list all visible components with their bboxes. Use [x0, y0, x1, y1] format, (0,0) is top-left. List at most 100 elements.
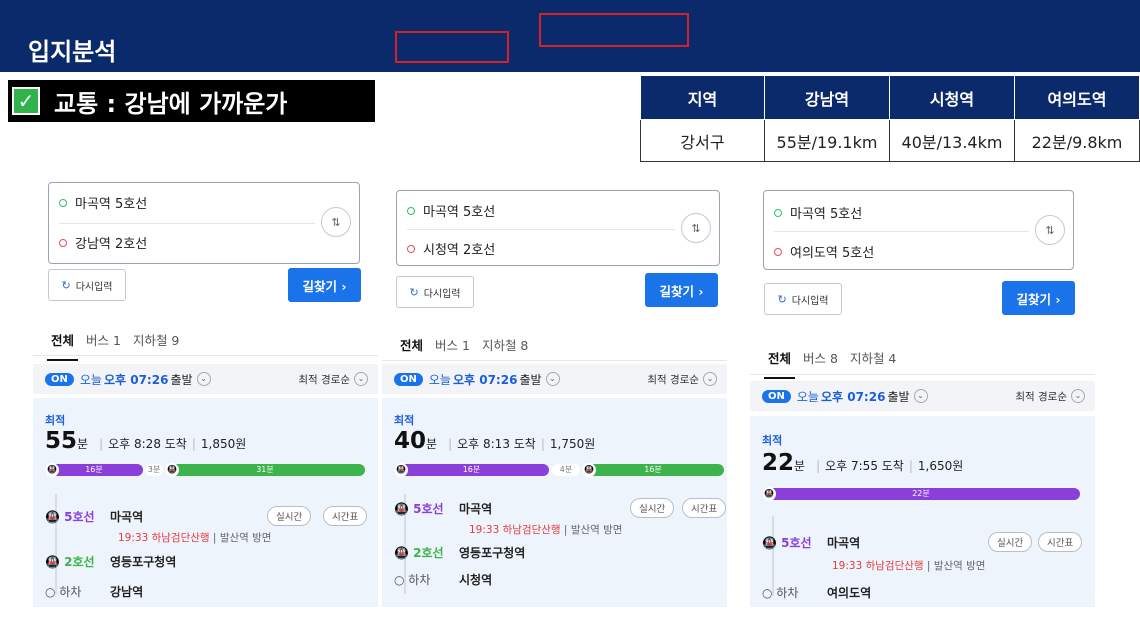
- table-header: 강남역: [764, 75, 890, 120]
- realtime-button[interactable]: 실시간: [630, 498, 675, 518]
- station-name: 마곡역: [110, 510, 144, 524]
- tab-subway[interactable]: 지하철 8: [482, 335, 528, 354]
- on-badge[interactable]: ON: [45, 372, 74, 386]
- step-board: 🚇 5호선 마곡역: [394, 500, 492, 517]
- divider: [59, 223, 315, 224]
- end-station-field[interactable]: 강남역 2호선: [59, 233, 147, 252]
- station-name: 시청역: [459, 573, 493, 587]
- reset-button[interactable]: ↻ 다시입력: [396, 276, 474, 308]
- train-time: 19:33: [832, 560, 863, 572]
- table-cell: 40분/13.4km: [889, 119, 1015, 162]
- best-label: 최적: [45, 414, 66, 427]
- tab-subway[interactable]: 지하철 9: [133, 330, 179, 349]
- alight-label: ○ 하차: [762, 586, 799, 600]
- timetable-button[interactable]: 시간표: [323, 506, 368, 526]
- start-station-field[interactable]: 마곡역 5호선: [774, 203, 862, 222]
- end-station-field[interactable]: 여의도역 5호선: [774, 242, 874, 261]
- section-title: ✓ 교통 : 강남에 가까운가: [8, 80, 375, 122]
- on-badge[interactable]: ON: [394, 372, 423, 386]
- realtime-button[interactable]: 실시간: [988, 532, 1033, 552]
- station-name: 마곡역: [459, 502, 493, 516]
- train-direction: 발산역 방면: [570, 524, 623, 536]
- best-label: 최적: [762, 434, 783, 447]
- sort-dropdown[interactable]: 최적 경로순 ⌄: [1015, 389, 1085, 404]
- subway-icon: 🚇: [394, 463, 408, 477]
- departure-time: 오후 07:26: [103, 372, 169, 387]
- tab-all[interactable]: 전체: [395, 335, 428, 366]
- segment-walk: 3분: [145, 464, 163, 476]
- sort-dropdown[interactable]: 최적 경로순 ⌄: [298, 372, 368, 387]
- on-badge[interactable]: ON: [762, 389, 791, 403]
- search-button[interactable]: 길찾기 ›: [288, 268, 361, 302]
- step-alight: ○ 하차 강남역: [45, 583, 143, 600]
- line2-icon-label: 🚇 2호선: [394, 546, 444, 560]
- tab-subway[interactable]: 지하철 4: [850, 348, 896, 367]
- train-destination: 하남검단산행: [151, 532, 210, 544]
- segment-line2: 31분: [165, 464, 365, 476]
- step-transfer: 🚇 2호선 영등포구청역: [45, 553, 176, 570]
- start-dot-icon: [59, 198, 67, 207]
- search-button[interactable]: 길찾기 ›: [645, 273, 718, 307]
- step-board: 🚇 5호선 마곡역: [45, 508, 143, 525]
- start-station-field[interactable]: 마곡역 5호선: [59, 193, 147, 212]
- reset-button[interactable]: ↻ 다시입력: [764, 283, 842, 315]
- route-timeline-bar: 22분 🚇: [762, 487, 1080, 501]
- tab-bus[interactable]: 버스 1: [86, 330, 121, 349]
- timetable-button[interactable]: 시간표: [1038, 532, 1083, 552]
- departure-time-row[interactable]: ON 오늘 오후 07:26 출발 ⌄ 최적 경로순 ⌄: [33, 364, 378, 394]
- end-dot-icon: [59, 238, 67, 247]
- realtime-button[interactable]: 실시간: [267, 506, 312, 526]
- table-header-row: 지역 강남역 시청역 여의도역: [640, 75, 1140, 120]
- departure-time-row[interactable]: ON 오늘 오후 07:26 출발 ⌄ 최적 경로순 ⌄: [750, 381, 1095, 411]
- swap-icon[interactable]: ⇅: [321, 207, 351, 237]
- subway-icon: 🚇: [165, 463, 179, 477]
- route-result[interactable]: 최적 40 분 | 오후 8:13 도착 | 1,750원 16분 🚇 4분 1…: [382, 398, 727, 607]
- chevron-down-icon[interactable]: ⌄: [913, 389, 928, 403]
- route-result[interactable]: 최적 22 분 | 오후 7:55 도착 | 1,650원 22분 🚇 🚇 5호…: [750, 416, 1095, 607]
- section-title-text: 교통 : 강남에 가까운가: [54, 89, 288, 118]
- train-time: 19:33: [118, 532, 149, 544]
- station-name: 여의도역: [827, 586, 872, 600]
- subway-icon: 🚇: [762, 487, 776, 501]
- departure-time: 오후 07:26: [452, 372, 518, 387]
- swap-icon[interactable]: ⇅: [1035, 215, 1065, 245]
- start-station-field[interactable]: 마곡역 5호선: [407, 201, 495, 220]
- search-button[interactable]: 길찾기 ›: [1002, 281, 1075, 315]
- depart-label: 출발: [887, 389, 910, 404]
- train-destination: 하남검단산행: [502, 524, 561, 536]
- minute-unit: 분: [77, 437, 89, 451]
- start-station-label: 마곡역 5호선: [423, 205, 496, 220]
- route-input-box: 마곡역 5호선 강남역 2호선 ⇅: [48, 182, 360, 264]
- end-station-field[interactable]: 시청역 2호선: [407, 239, 495, 258]
- departure-time-row[interactable]: ON 오늘 오후 07:26 출발 ⌄ 최적 경로순 ⌄: [382, 364, 727, 394]
- depart-label: 출발: [170, 372, 193, 387]
- train-direction: 발산역 방면: [219, 532, 272, 544]
- today-label: 오늘: [79, 372, 102, 387]
- tab-bus[interactable]: 버스 1: [435, 335, 470, 354]
- divider: [407, 229, 675, 230]
- tab-underline: [750, 374, 1095, 375]
- train-info: 19:33 하남검단산행 | 발산역 방면: [118, 532, 272, 544]
- fare: 1,850원: [200, 437, 247, 451]
- swap-icon[interactable]: ⇅: [681, 213, 711, 243]
- tab-all[interactable]: 전체: [763, 348, 796, 379]
- checkmark-icon: ✓: [12, 87, 40, 115]
- chevron-down-icon[interactable]: ⌄: [196, 372, 211, 386]
- timetable-button[interactable]: 시간표: [682, 498, 727, 518]
- tab-bus[interactable]: 버스 8: [803, 348, 838, 367]
- tab-all[interactable]: 전체: [46, 330, 79, 361]
- alight-label: ○ 하차: [45, 585, 82, 599]
- step-transfer: 🚇 2호선 영등포구청역: [394, 544, 525, 561]
- line5-icon-label: 🚇 5호선: [394, 502, 444, 516]
- sort-dropdown[interactable]: 최적 경로순 ⌄: [647, 372, 717, 387]
- route-input-box: 마곡역 5호선 여의도역 5호선 ⇅: [763, 190, 1074, 270]
- route-result[interactable]: 최적 55 분 | 오후 8:28 도착 | 1,850원 16분 🚇 3분 3…: [33, 398, 378, 607]
- today-label: 오늘: [796, 389, 819, 404]
- refresh-icon: ↻: [61, 278, 71, 292]
- chevron-down-icon[interactable]: ⌄: [545, 372, 560, 386]
- reset-button[interactable]: ↻ 다시입력: [48, 269, 126, 301]
- train-info: 19:33 하남검단산행 | 발산역 방면: [832, 560, 986, 572]
- start-station-label: 마곡역 5호선: [790, 207, 863, 222]
- end-station-label: 강남역 2호선: [75, 237, 148, 252]
- refresh-icon: ↻: [409, 285, 419, 299]
